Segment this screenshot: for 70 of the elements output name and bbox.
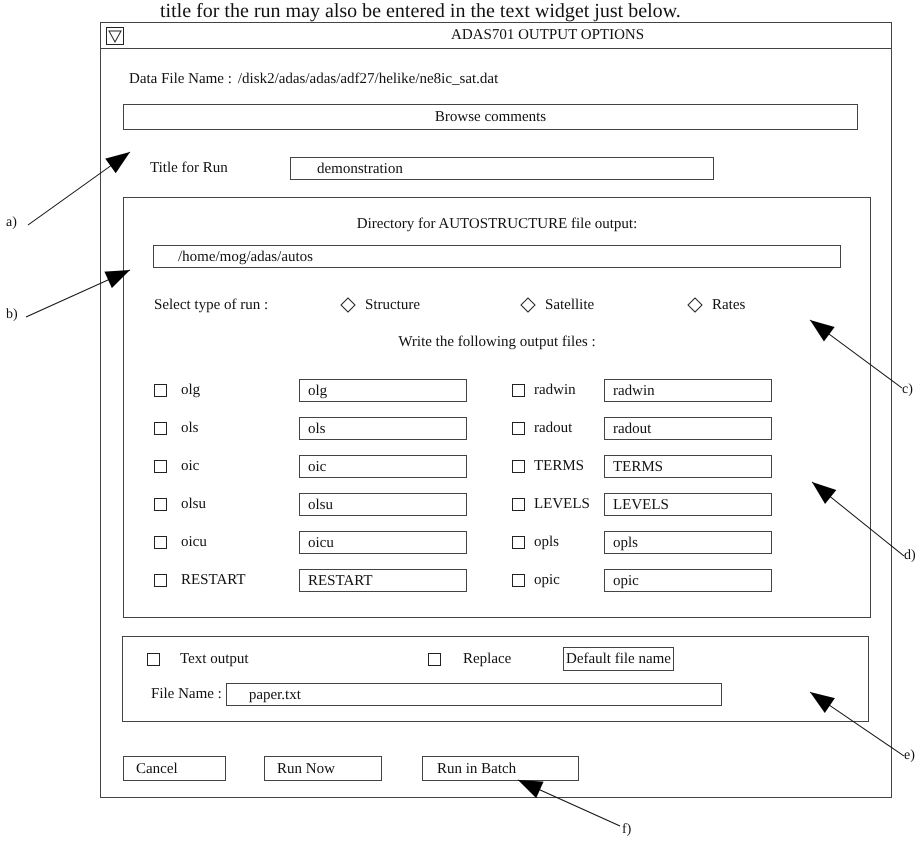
file-label: oic: [181, 458, 200, 474]
action-button[interactable]: Run Now: [264, 756, 382, 781]
radio-button[interactable]: [686, 296, 704, 314]
window-title: ADAS701 OUTPUT OPTIONS: [451, 27, 644, 44]
action-button[interactable]: Cancel: [123, 756, 226, 781]
file-label: olsu: [181, 496, 208, 512]
checkbox[interactable]: [154, 498, 167, 510]
file-label: olg: [181, 382, 202, 398]
file-name-field[interactable]: radwin: [604, 378, 772, 402]
file-name-field[interactable]: RESTART: [299, 568, 467, 592]
file-label: radout: [534, 420, 574, 436]
file-label: LEVELS: [534, 496, 591, 512]
annotation-label: f): [622, 822, 632, 838]
radio-button[interactable]: [519, 296, 537, 314]
file-name-input[interactable]: paper.txt: [226, 683, 722, 706]
directory-field[interactable]: /home/mog/adas/autos: [153, 245, 841, 268]
file-name-field[interactable]: ols: [299, 416, 467, 440]
file-name-label: File Name :: [151, 686, 222, 703]
browse-comments-button[interactable]: Browse comments: [123, 104, 858, 130]
data-file-label: Data File Name :: [129, 71, 232, 88]
replace-label: Replace: [463, 650, 512, 668]
radio-label: Rates: [712, 296, 746, 314]
default-file-name-button[interactable]: Default file name: [563, 647, 674, 671]
annotation-label: c): [902, 382, 913, 398]
checkbox[interactable]: [512, 574, 525, 586]
checkbox[interactable]: [512, 460, 525, 472]
file-name-field[interactable]: oicu: [299, 530, 467, 554]
checkbox[interactable]: [154, 574, 167, 586]
radio-label: Structure: [365, 296, 420, 314]
caption-text: title for the run may also be entered in the text widget just below.: [160, 0, 681, 22]
file-label: TERMS: [534, 458, 586, 474]
checkbox[interactable]: [154, 384, 167, 396]
checkbox[interactable]: [512, 384, 525, 396]
checkbox[interactable]: [154, 422, 167, 434]
file-name-field[interactable]: olg: [299, 378, 467, 402]
file-label: oicu: [181, 534, 208, 550]
file-name-field[interactable]: olsu: [299, 492, 467, 516]
checkbox[interactable]: [154, 536, 167, 548]
file-label: RESTART: [181, 572, 247, 588]
output-files-heading: Write the following output files :: [398, 334, 596, 351]
run-type-label: Select type of run :: [154, 296, 270, 314]
checkbox[interactable]: [512, 498, 525, 510]
annotation-label: a): [6, 215, 17, 231]
checkbox[interactable]: [512, 536, 525, 548]
annotation-label: e): [904, 748, 915, 764]
file-name-field[interactable]: opic: [604, 568, 772, 592]
title-field[interactable]: demonstration: [290, 157, 714, 180]
file-name-field[interactable]: TERMS: [604, 454, 772, 478]
file-label: ols: [181, 420, 200, 436]
radio-button[interactable]: [339, 296, 357, 314]
file-name-field[interactable]: oic: [299, 454, 467, 478]
title-for-run-label: Title for Run: [150, 160, 229, 177]
action-button[interactable]: Run in Batch: [422, 756, 579, 781]
file-name-field[interactable]: opls: [604, 530, 772, 554]
file-label: radwin: [534, 382, 577, 398]
file-label: opls: [534, 534, 560, 550]
directory-label: Directory for AUTOSTRUCTURE file output:: [356, 216, 638, 233]
checkbox[interactable]: [154, 460, 167, 472]
window-menu-icon[interactable]: [106, 26, 124, 44]
text-output-label: Text output: [180, 650, 250, 668]
annotation-label: d): [904, 548, 916, 564]
annotation-label: b): [6, 307, 18, 323]
file-name-field[interactable]: radout: [604, 416, 772, 440]
file-name-field[interactable]: LEVELS: [604, 492, 772, 516]
checkbox[interactable]: [512, 422, 525, 434]
checkbox[interactable]: [147, 652, 160, 666]
checkbox[interactable]: [428, 652, 441, 666]
file-label: opic: [534, 572, 561, 588]
data-file-path: /disk2/adas/adas/adf27/helike/ne8ic_sat.dat: [238, 71, 498, 88]
radio-label: Satellite: [545, 296, 594, 314]
